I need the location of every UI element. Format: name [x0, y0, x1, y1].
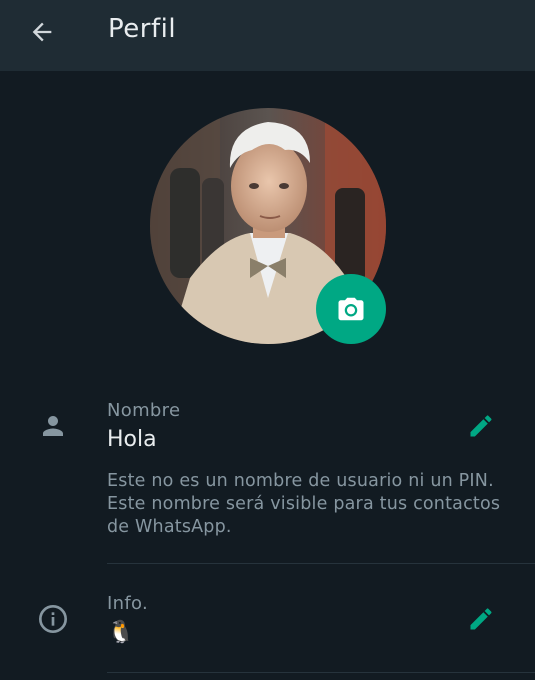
arrow-left-icon — [32, 22, 52, 42]
profile-photo-container — [150, 108, 386, 344]
name-value: Hola — [107, 427, 157, 452]
info-label: Info. — [107, 593, 148, 614]
name-hint: Este no es un nombre de usuario ni un PI… — [107, 471, 501, 537]
back-button[interactable] — [22, 12, 62, 52]
app-bar: Perfil — [0, 0, 535, 71]
camera-icon — [338, 297, 364, 321]
pencil-icon — [470, 415, 492, 437]
info-value: 🐧 — [107, 620, 135, 645]
divider — [107, 563, 535, 564]
pencil-icon — [470, 608, 492, 630]
info-icon — [33, 599, 73, 639]
change-photo-button[interactable] — [316, 274, 386, 344]
page-title: Perfil — [108, 14, 177, 44]
edit-name-button[interactable] — [461, 406, 501, 446]
edit-info-button[interactable] — [461, 599, 501, 639]
person-icon — [33, 406, 73, 446]
divider — [107, 672, 535, 673]
name-label: Nombre — [107, 400, 181, 421]
